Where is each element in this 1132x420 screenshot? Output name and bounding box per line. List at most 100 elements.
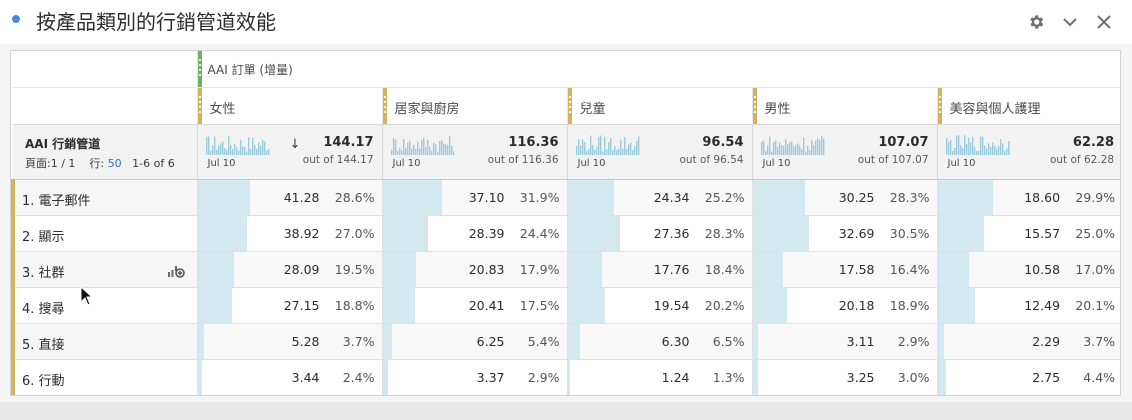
row-label-cell[interactable]: 3. 社群: [11, 251, 197, 288]
close-icon[interactable]: [1094, 12, 1114, 32]
segment-header-0[interactable]: 女性: [196, 87, 382, 125]
dimension-header[interactable]: AAI 行銷管道 頁面:1 / 1 行: 50 1-6 of 6: [13, 124, 197, 180]
cell-value: 17.58: [838, 262, 875, 277]
segment-header-4[interactable]: 美容與個人護理: [936, 87, 1120, 125]
value-cell[interactable]: 3.25 3.0%: [751, 359, 937, 395]
value-cell[interactable]: 30.25 28.3%: [751, 179, 937, 216]
value-cell[interactable]: 6.25 5.4%: [381, 323, 567, 360]
column-out-of: out of 116.36: [487, 154, 559, 166]
table-row[interactable]: 6. 行動 3.44 2.4% 3.37 2.9% 1.24 1.3% 3.25 3.0% 2.7…: [11, 359, 1120, 395]
cell-percent: 30.5%: [889, 226, 930, 241]
row-label-cell[interactable]: 6. 行動: [11, 359, 197, 395]
drag-handle[interactable]: [753, 88, 757, 124]
value-cell[interactable]: 28.39 24.4%: [381, 215, 567, 252]
percent-bar: [938, 252, 969, 287]
column-total: 62.28: [1072, 135, 1115, 150]
cell-percent: 18.9%: [889, 298, 930, 313]
column-total: 96.54: [702, 135, 744, 150]
value-cell[interactable]: 2.29 3.7%: [936, 323, 1120, 360]
value-cell[interactable]: 20.41 17.5%: [381, 287, 567, 324]
column-out-of: out of 62.28: [1049, 154, 1115, 166]
value-cell[interactable]: 17.76 18.4%: [566, 251, 752, 288]
summary-cell-3[interactable]: Jul 10 107.07 out of 107.07: [751, 124, 937, 180]
cell-percent: 5.4%: [527, 334, 560, 349]
value-cell[interactable]: 19.54 20.2%: [566, 287, 752, 324]
drag-handle[interactable]: [568, 88, 572, 124]
summary-cell-2[interactable]: Jul 10 96.54 out of 96.54: [566, 124, 752, 180]
cell-percent: 18.8%: [334, 298, 375, 313]
value-cell[interactable]: 6.30 6.5%: [566, 323, 752, 360]
value-cell[interactable]: 20.83 17.9%: [381, 251, 567, 288]
pager: 頁面:1 / 1 行: 50 1-6 of 6: [25, 155, 175, 171]
percent-bar: [568, 216, 620, 251]
value-cell[interactable]: 3.44 2.4%: [196, 359, 382, 395]
value-cell[interactable]: 12.49 20.1%: [936, 287, 1120, 324]
breakdown-icon[interactable]: [167, 261, 185, 279]
row-label: 6. 行動: [22, 374, 65, 389]
value-cell[interactable]: 15.57 25.0%: [936, 215, 1120, 252]
row-label-cell[interactable]: 2. 顯示: [11, 215, 197, 252]
bottom-strip: [0, 402, 1132, 420]
cell-value: 20.83: [468, 262, 505, 277]
value-cell[interactable]: 37.10 31.9%: [381, 179, 567, 216]
sort-arrow-icon[interactable]: ↓: [290, 137, 301, 152]
percent-bar: [383, 324, 393, 359]
cell-percent: 17.0%: [1075, 262, 1116, 277]
value-cell[interactable]: 20.18 18.9%: [751, 287, 937, 324]
summary-cell-1[interactable]: Jul 10 116.36 out of 116.36: [381, 124, 567, 180]
value-cell[interactable]: 5.28 3.7%: [196, 323, 382, 360]
row-label-cell[interactable]: 4. 搜尋: [11, 287, 197, 324]
cell-value: 6.30: [661, 334, 690, 349]
segment-header-1[interactable]: 居家與廚房: [381, 87, 567, 125]
drag-handle[interactable]: [938, 88, 942, 124]
value-cell[interactable]: 28.09 19.5%: [196, 251, 382, 288]
panel-collapse-dot[interactable]: [12, 15, 20, 23]
cell-percent: 6.5%: [712, 334, 745, 349]
value-cell[interactable]: 38.92 27.0%: [196, 215, 382, 252]
cell-value: 20.18: [838, 298, 875, 313]
metric-header[interactable]: AAI 訂單 (增量): [196, 51, 1120, 88]
value-cell[interactable]: 10.58 17.0%: [936, 251, 1120, 288]
value-cell[interactable]: 41.28 28.6%: [196, 179, 382, 216]
segment-label: 男性: [764, 102, 791, 117]
rows-per-page-select[interactable]: 50: [108, 157, 122, 170]
value-cell[interactable]: 18.60 29.9%: [936, 179, 1120, 216]
gear-icon[interactable]: [1026, 12, 1046, 32]
drag-handle[interactable]: [198, 88, 202, 124]
cell-value: 1.24: [661, 370, 690, 385]
table-row[interactable]: 5. 直接 5.28 3.7% 6.25 5.4% 6.30 6.5% 3.11 2.9% 2.2…: [11, 323, 1120, 360]
value-cell[interactable]: 3.11 2.9%: [751, 323, 937, 360]
table-row[interactable]: 2. 顯示 38.92 27.0% 28.39 24.4% 27.36 28.3% 32.69…: [11, 215, 1120, 252]
percent-bar: [383, 180, 442, 215]
cell-percent: 24.4%: [519, 226, 560, 241]
metric-header-row: AAI 訂單 (增量): [13, 51, 1120, 88]
row-label-cell[interactable]: 5. 直接: [11, 323, 197, 360]
value-cell[interactable]: 24.34 25.2%: [566, 179, 752, 216]
table-row[interactable]: 1. 電子郵件 41.28 28.6% 37.10 31.9% 24.34 25.2% 30.…: [11, 179, 1120, 216]
cell-percent: 19.5%: [334, 262, 375, 277]
cell-value: 2.29: [1032, 334, 1061, 349]
value-cell[interactable]: 1.24 1.3%: [566, 359, 752, 395]
table-row[interactable]: 4. 搜尋 27.15 18.8% 20.41 17.5% 19.54 20.2% 20.18…: [11, 287, 1120, 324]
page-value[interactable]: 1 / 1: [51, 157, 76, 170]
value-cell[interactable]: 27.36 28.3%: [566, 215, 752, 252]
segment-header-2[interactable]: 兒童: [566, 87, 752, 125]
value-cell[interactable]: 17.58 16.4%: [751, 251, 937, 288]
cell-value: 19.54: [653, 298, 690, 313]
chevron-down-icon[interactable]: [1060, 12, 1080, 32]
row-label: 5. 直接: [22, 338, 65, 353]
cell-value: 28.09: [283, 262, 320, 277]
row-label-cell[interactable]: 1. 電子郵件: [11, 179, 197, 216]
value-cell[interactable]: 3.37 2.9%: [381, 359, 567, 395]
summary-cell-4[interactable]: Jul 10 62.28 out of 62.28: [936, 124, 1120, 180]
panel-header: 按產品類別的行銷管道效能: [0, 0, 1132, 44]
segment-header-3[interactable]: 男性: [751, 87, 937, 125]
drag-handle[interactable]: [383, 88, 387, 124]
segment-label: 居家與廚房: [394, 102, 460, 117]
table-row[interactable]: 3. 社群 28.09 19.5% 20.83 17.9% 17.76 18.4% 17.58…: [11, 251, 1120, 288]
value-cell[interactable]: 27.15 18.8%: [196, 287, 382, 324]
value-cell[interactable]: 32.69 30.5%: [751, 215, 937, 252]
value-cell[interactable]: 2.75 4.4%: [936, 359, 1120, 395]
summary-cell-0[interactable]: Jul 10 ↓ 144.17 out of 144.17: [196, 124, 382, 180]
drag-handle[interactable]: [198, 51, 202, 87]
